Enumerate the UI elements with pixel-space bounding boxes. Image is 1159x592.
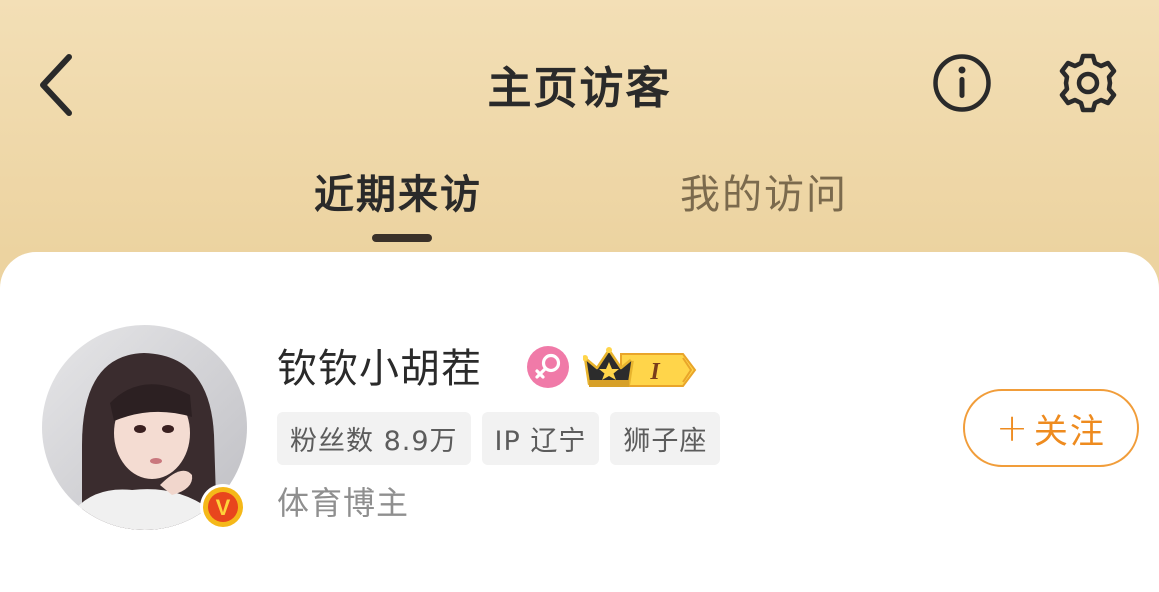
tab-my-visits[interactable]: 我的访问 bbox=[680, 162, 848, 220]
top-bar: 主页访客 近期来访 我的访问 bbox=[0, 0, 1159, 242]
follow-label: 关注 bbox=[1033, 411, 1106, 452]
crown-badge: I bbox=[582, 344, 699, 390]
gear-icon bbox=[1059, 53, 1117, 113]
level-text: I bbox=[649, 359, 661, 385]
active-tab-indicator bbox=[372, 234, 432, 242]
zodiac-tag: 狮子座 bbox=[610, 412, 721, 465]
ip-location-tag: IP 辽宁 bbox=[481, 412, 600, 465]
plus-icon: + bbox=[996, 406, 1030, 450]
verified-badge: V bbox=[198, 482, 248, 532]
visitor-name[interactable]: 钦钦小胡茬 bbox=[277, 336, 482, 394]
tab-recent-visitors[interactable]: 近期来访 bbox=[314, 162, 482, 220]
visitor-description: 体育博主 bbox=[277, 484, 410, 522]
visitor-tags: 粉丝数 8.9万 IP 辽宁 狮子座 bbox=[277, 412, 721, 465]
follow-button[interactable]: + 关注 bbox=[963, 389, 1139, 467]
verified-badge-text: V bbox=[216, 495, 231, 520]
fans-count-tag: 粉丝数 8.9万 bbox=[277, 412, 471, 465]
info-icon bbox=[933, 54, 991, 112]
info-button[interactable] bbox=[932, 53, 992, 113]
settings-button[interactable] bbox=[1057, 52, 1119, 114]
female-icon bbox=[526, 345, 570, 389]
